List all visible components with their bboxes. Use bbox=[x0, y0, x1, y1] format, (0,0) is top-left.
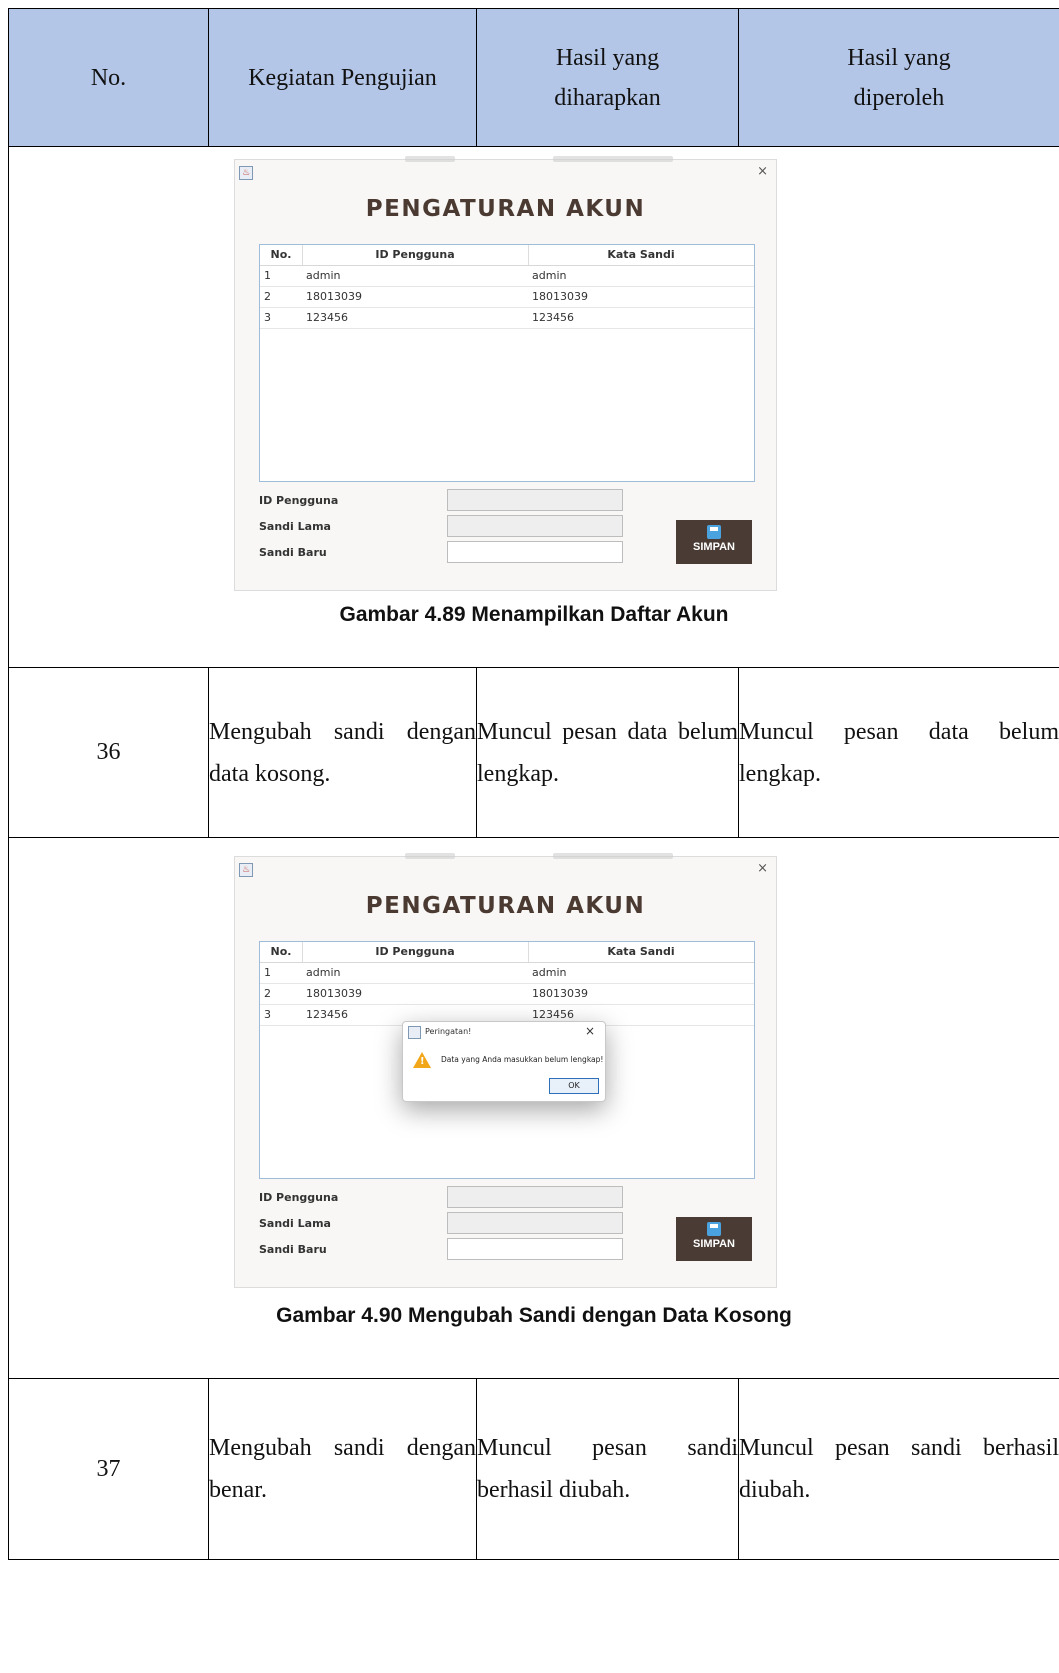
sandi-lama-field[interactable] bbox=[447, 515, 623, 537]
col-sandi: Kata Sandi bbox=[607, 248, 675, 261]
label-sandi-baru: Sandi Baru bbox=[259, 546, 327, 559]
table-row: 37 Mengubah sandi dengan benar. Muncul p… bbox=[8, 1378, 1059, 1560]
header-kegiatan: Kegiatan Pengujian bbox=[208, 8, 477, 147]
dialog-close-icon[interactable]: × bbox=[585, 1024, 595, 1038]
col-sandi: Kata Sandi bbox=[607, 945, 675, 958]
table-row[interactable]: 2 18013039 18013039 bbox=[260, 984, 754, 1005]
row-diharapkan: Muncul pesan data belum lengkap. bbox=[476, 667, 739, 838]
app-title: PENGATURAN AKUN bbox=[365, 196, 646, 222]
close-icon[interactable]: × bbox=[757, 861, 768, 876]
sandi-baru-field[interactable] bbox=[447, 541, 623, 563]
floppy-disk-icon bbox=[707, 1222, 721, 1236]
row-diperoleh: Muncul pesan data belum lengkap. bbox=[738, 667, 1059, 838]
label-sandi-lama: Sandi Lama bbox=[259, 520, 331, 533]
row-no: 36 bbox=[8, 667, 209, 838]
col-no: No. bbox=[260, 942, 303, 962]
warning-dialog: Peringatan! × ! Data yang Anda masukkan … bbox=[402, 1021, 606, 1102]
close-icon[interactable]: × bbox=[757, 164, 768, 179]
floppy-disk-icon bbox=[707, 525, 721, 539]
accounts-table: No. ID Pengguna Kata Sandi 1 admin admin… bbox=[259, 244, 755, 482]
dialog-message: Data yang Anda masukkan belum lengkap! bbox=[441, 1055, 604, 1064]
table-row: 36 Mengubah sandi dengan data kosong. Mu… bbox=[8, 667, 1059, 838]
sandi-lama-field[interactable] bbox=[447, 1212, 623, 1234]
label-sandi-lama: Sandi Lama bbox=[259, 1217, 331, 1230]
figure-cell-2: ♨ × PENGATURAN AKUN No. ID Pengguna Kata… bbox=[8, 837, 1059, 1379]
row-kegiatan: Mengubah sandi dengan data kosong. bbox=[208, 667, 477, 838]
save-button[interactable]: SIMPAN bbox=[676, 1217, 752, 1261]
accounts-table-header: No. ID Pengguna Kata Sandi bbox=[260, 942, 754, 963]
java-app-icon: ♨ bbox=[239, 166, 253, 180]
java-app-icon bbox=[408, 1026, 421, 1039]
header-no: No. bbox=[8, 8, 209, 147]
app-window-screenshot: ♨ × PENGATURAN AKUN No. ID Pengguna Kata… bbox=[234, 156, 777, 591]
warning-icon: ! bbox=[413, 1052, 431, 1068]
test-table: No. Kegiatan Pengujian Hasil yang dihara… bbox=[8, 8, 1059, 1560]
row-diperoleh: Muncul pesan sandi berhasil diubah. bbox=[738, 1378, 1059, 1560]
accounts-table-header: No. ID Pengguna Kata Sandi bbox=[260, 245, 754, 266]
id-pengguna-field[interactable] bbox=[447, 1186, 623, 1208]
col-id: ID Pengguna bbox=[302, 942, 529, 962]
dialog-title: Peringatan! bbox=[425, 1027, 472, 1036]
header-row: No. Kegiatan Pengujian Hasil yang dihara… bbox=[8, 8, 1059, 147]
label-id-pengguna: ID Pengguna bbox=[259, 1191, 339, 1204]
table-row[interactable]: 1 admin admin bbox=[260, 266, 754, 287]
row-kegiatan: Mengubah sandi dengan benar. bbox=[208, 1378, 477, 1560]
col-no: No. bbox=[260, 245, 303, 265]
row-no: 37 bbox=[8, 1378, 209, 1560]
figure-caption-2: Gambar 4.90 Mengubah Sandi dengan Data K… bbox=[276, 1304, 792, 1327]
label-id-pengguna: ID Pengguna bbox=[259, 494, 339, 507]
col-id: ID Pengguna bbox=[302, 245, 529, 265]
app-title: PENGATURAN AKUN bbox=[365, 893, 646, 919]
figure-cell-1: ♨ × PENGATURAN AKUN No. ID Pengguna Kata… bbox=[8, 146, 1059, 668]
sandi-baru-field[interactable] bbox=[447, 1238, 623, 1260]
document-page: No. Kegiatan Pengujian Hasil yang dihara… bbox=[0, 0, 1059, 1673]
table-row[interactable]: 1 admin admin bbox=[260, 963, 754, 984]
figure-caption-1: Gambar 4.89 Menampilkan Daftar Akun bbox=[339, 603, 729, 626]
ok-button[interactable]: OK bbox=[549, 1078, 599, 1094]
java-app-icon: ♨ bbox=[239, 863, 253, 877]
label-sandi-baru: Sandi Baru bbox=[259, 1243, 327, 1256]
id-pengguna-field[interactable] bbox=[447, 489, 623, 511]
row-diharapkan: Muncul pesan sandi berhasil diubah. bbox=[476, 1378, 739, 1560]
header-diharapkan: Hasil yang diharapkan bbox=[476, 8, 739, 147]
table-row[interactable]: 3 123456 123456 bbox=[260, 308, 754, 329]
figure-row-1: ♨ × PENGATURAN AKUN No. ID Pengguna Kata… bbox=[8, 146, 1059, 668]
save-button[interactable]: SIMPAN bbox=[676, 520, 752, 564]
figure-row-2: ♨ × PENGATURAN AKUN No. ID Pengguna Kata… bbox=[8, 837, 1059, 1379]
header-diperoleh: Hasil yang diperoleh bbox=[738, 8, 1059, 147]
table-row[interactable]: 2 18013039 18013039 bbox=[260, 287, 754, 308]
app-window-screenshot: ♨ × PENGATURAN AKUN No. ID Pengguna Kata… bbox=[234, 853, 777, 1288]
